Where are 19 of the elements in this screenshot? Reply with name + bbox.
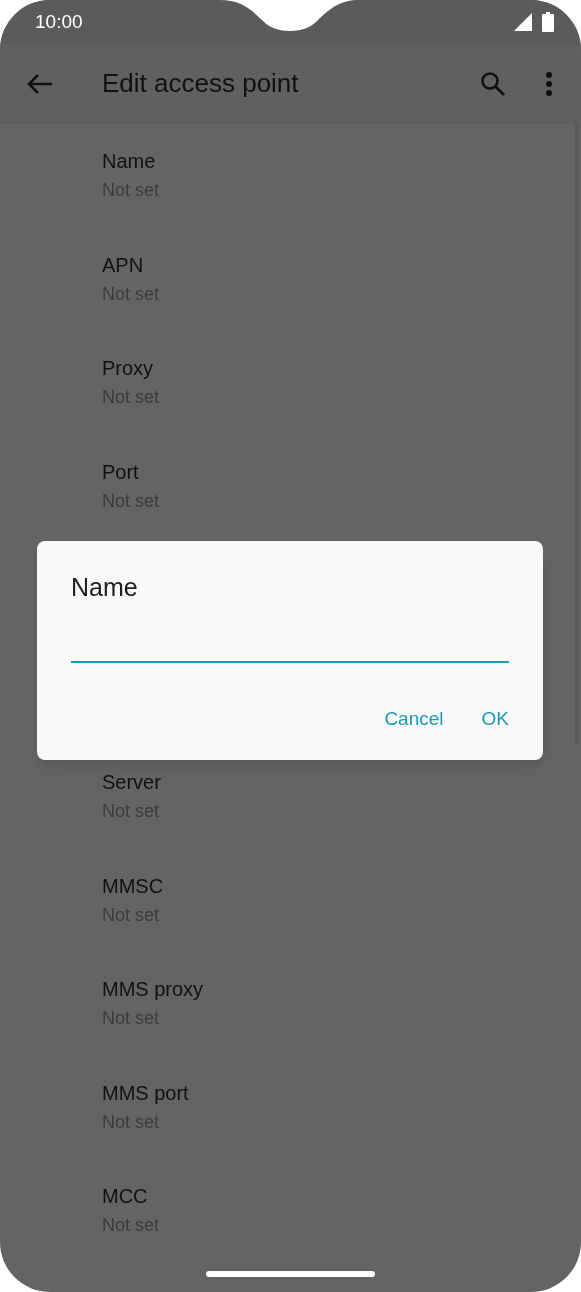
setting-title: MMS proxy [102, 977, 204, 1002]
setting-title: Name [102, 149, 156, 174]
setting-title: Port [102, 459, 139, 485]
setting-title: Server [102, 770, 161, 795]
setting-title: Proxy [102, 356, 154, 381]
more-vertical-icon [546, 71, 552, 96]
dialog-title: Name [71, 572, 139, 603]
setting-title: MMSC [102, 873, 164, 899]
dialog-button[interactable]: OK [467, 697, 523, 741]
setting-title: APN [102, 252, 144, 278]
back-arrow-icon [27, 72, 53, 95]
dialog-button[interactable]: Cancel [370, 697, 458, 741]
battery-icon [542, 12, 554, 32]
status-time: 10:00 [35, 9, 83, 34]
setting-title: MMS port [102, 1080, 189, 1106]
search-icon [480, 70, 506, 97]
toolbar-title: Edit access point [102, 67, 300, 100]
setting-title: MCC [102, 1184, 148, 1209]
signal-icon [514, 13, 532, 31]
